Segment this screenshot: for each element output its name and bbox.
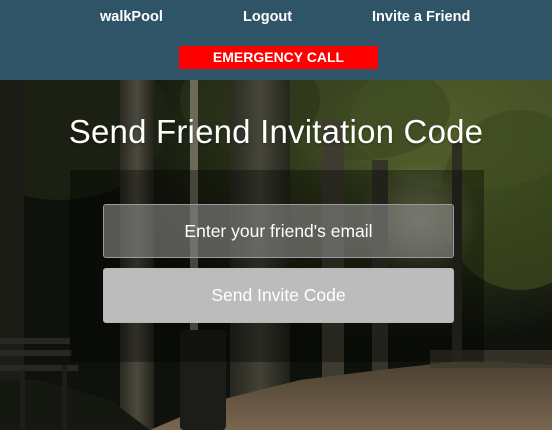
form-panel-backdrop [70, 170, 484, 362]
nav-brand-link[interactable]: walkPool [100, 7, 163, 27]
nav-invite-friend-link[interactable]: Invite a Friend [372, 7, 470, 27]
nav-logout-link[interactable]: Logout [243, 7, 292, 27]
invite-page: walkPool Logout Invite a Friend EMERGENC… [0, 0, 552, 430]
friend-email-input[interactable] [103, 204, 454, 258]
top-nav-bar: walkPool Logout Invite a Friend EMERGENC… [0, 0, 552, 80]
emergency-call-button[interactable]: EMERGENCY CALL [179, 46, 378, 69]
send-invite-code-button[interactable]: Send Invite Code [103, 268, 454, 323]
page-title: Send Friend Invitation Code [68, 113, 484, 150]
